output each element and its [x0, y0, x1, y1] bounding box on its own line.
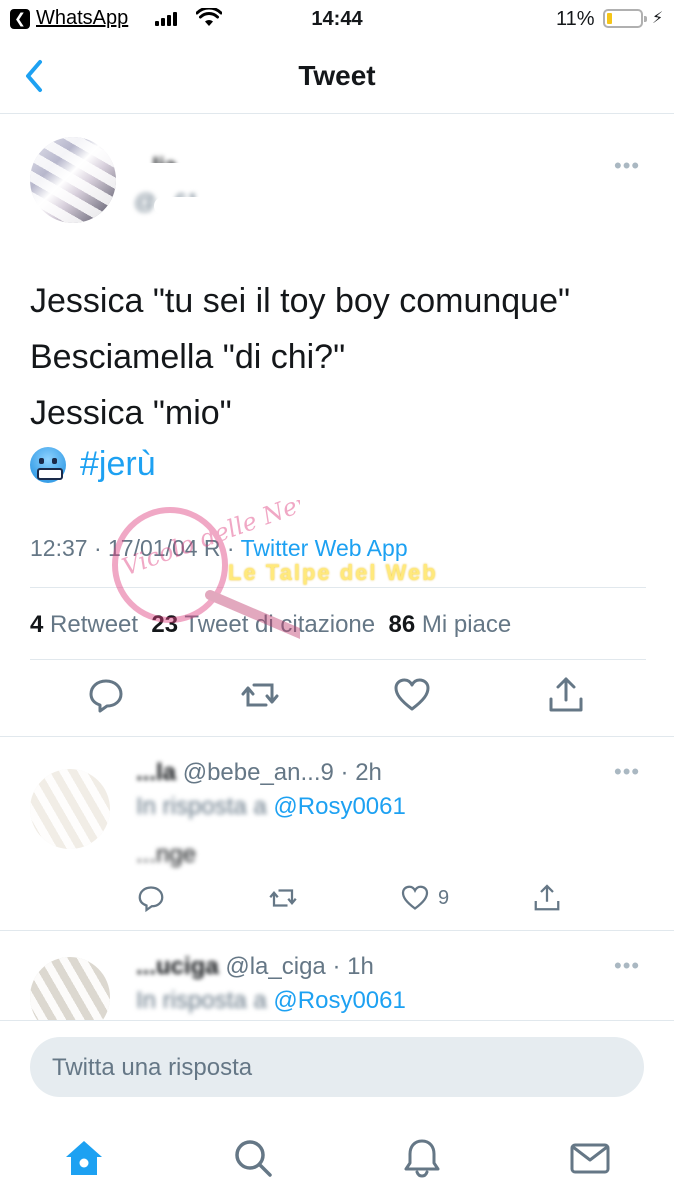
section-separator — [0, 930, 674, 931]
reply-author-name: ...uciga — [136, 953, 219, 980]
hashtag-link[interactable]: #jerù — [80, 445, 156, 484]
reply-button[interactable] — [136, 883, 166, 913]
tweet-line: Jessica "mio" — [30, 394, 232, 432]
reply-header: ...uciga @la_ciga · 1h — [136, 953, 374, 981]
tweet-source-link[interactable]: Twitter Web App — [241, 535, 408, 561]
reply-icon[interactable] — [86, 675, 126, 715]
tweet-text: Jessica "tu sei il toy boy comunque" Bes… — [30, 273, 570, 441]
reply-author-name: ...la — [136, 759, 177, 786]
share-icon — [534, 884, 560, 911]
reply-icon — [138, 886, 164, 913]
reply-header: ...la @bebe_an...9 · 2h — [136, 759, 382, 787]
notifications-icon[interactable] — [400, 1136, 444, 1180]
avatar[interactable] — [30, 769, 110, 849]
tweet-timestamp: 12:37 · 17/01/04 R — [30, 535, 221, 561]
reply-age: · 1h — [332, 953, 374, 980]
reply-author-handle: @la_ciga — [225, 953, 326, 980]
mention-link[interactable]: @Rosy0061 — [273, 987, 405, 1014]
retweet-icon[interactable] — [240, 675, 280, 715]
charging-bolt-icon: ⚡ — [652, 10, 664, 27]
share-button[interactable] — [532, 883, 562, 913]
search-icon[interactable] — [231, 1136, 275, 1180]
like-icon — [401, 885, 429, 910]
retweets-stat[interactable]: 4 Retweet — [30, 611, 138, 638]
section-separator — [0, 736, 674, 737]
reply-prefix: In risposta a — [136, 793, 267, 820]
mention-link[interactable]: @Rosy0061 — [273, 793, 405, 820]
more-dots-icon[interactable]: ••• — [614, 759, 640, 785]
more-dots-icon[interactable]: ••• — [614, 153, 640, 179]
tweet-hashtag-line: #jerù — [30, 445, 156, 484]
tweet-line: Besciamella "di chi?" — [30, 338, 346, 376]
reply-context: In risposta a @Rosy0061 — [136, 987, 406, 1015]
like-button[interactable]: 9 — [400, 883, 449, 913]
likes-stat[interactable]: 86 Mi piace — [388, 611, 511, 638]
home-icon[interactable] — [62, 1136, 106, 1180]
reply-text: ...nge — [136, 841, 197, 868]
le-talpe-del-web-watermark: Le Talpe del Web — [228, 560, 438, 585]
quotes-stat[interactable]: 23 Tweet di citazione — [151, 611, 375, 638]
tweet-stats: 4 Retweet 23 Tweet di citazione 86 Mi pi… — [30, 611, 511, 639]
reply-actions: 9 — [136, 883, 636, 913]
retweet-button[interactable] — [268, 883, 298, 913]
author-info[interactable]: ...lia @...61 — [128, 153, 314, 215]
share-icon[interactable] — [546, 675, 586, 715]
tab-bar — [0, 1120, 674, 1200]
reply-composer-bar: Twitta una risposta — [0, 1020, 674, 1120]
reply-context: In risposta a @Rosy0061 — [136, 793, 406, 821]
messages-icon[interactable] — [568, 1136, 612, 1180]
reply-age: · 2h — [340, 759, 382, 786]
tweet-meta: 12:37 · 17/01/04 R · Twitter Web App — [30, 535, 408, 561]
more-dots-icon[interactable]: ••• — [614, 953, 640, 979]
reply-input[interactable]: Twitta una risposta — [30, 1037, 644, 1097]
tweet-line: Jessica "tu sei il toy boy comunque" — [30, 282, 571, 320]
page-title: Tweet — [298, 60, 376, 91]
divider — [30, 587, 646, 588]
tweet-actions — [0, 675, 674, 735]
retweet-icon — [269, 889, 297, 907]
reply-author-handle: @bebe_an...9 — [182, 759, 334, 786]
like-icon[interactable] — [392, 675, 432, 715]
battery-percent: 11% — [556, 8, 595, 30]
reply-prefix: In risposta a — [136, 987, 267, 1014]
divider — [30, 659, 646, 660]
nav-bar: Tweet — [0, 40, 674, 114]
status-bar: ❮ WhatsApp 14:44 11% ⚡ — [0, 0, 674, 40]
battery-icon — [603, 9, 647, 28]
cold-face-emoji-icon — [30, 446, 66, 483]
like-count: 9 — [438, 886, 450, 909]
avatar[interactable] — [30, 137, 116, 223]
